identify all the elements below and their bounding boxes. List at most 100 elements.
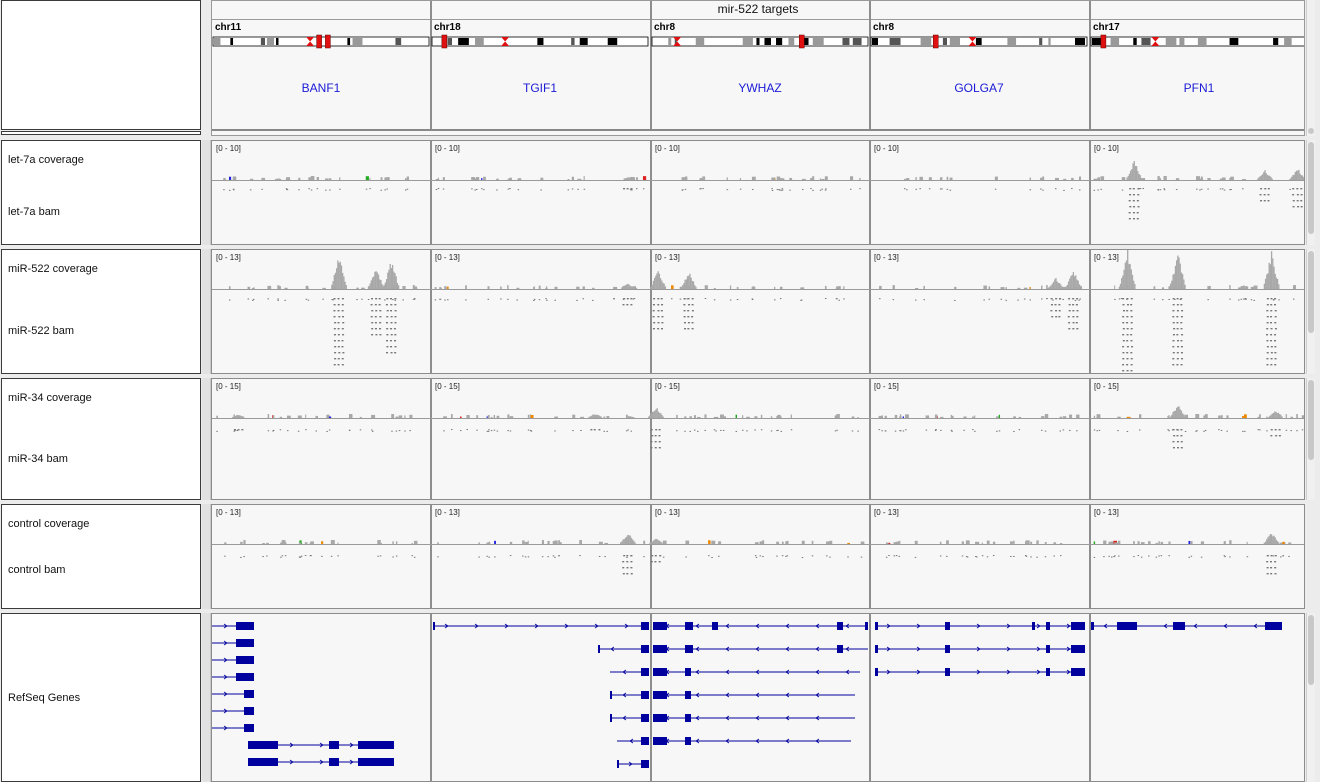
coverage-bar bbox=[1243, 285, 1245, 289]
read bbox=[1098, 429, 1101, 431]
ideogram-band bbox=[1141, 38, 1151, 45]
locus-separator bbox=[430, 1, 432, 129]
coverage-and-alignments[interactable] bbox=[212, 505, 1304, 608]
coverage-bar bbox=[1219, 178, 1224, 180]
coverage-bar bbox=[1161, 287, 1165, 289]
read bbox=[1266, 328, 1269, 330]
panel-scrollbar[interactable] bbox=[1306, 613, 1315, 782]
read bbox=[925, 429, 928, 431]
coverage-bar bbox=[496, 415, 500, 418]
coverage-peak bbox=[598, 415, 600, 418]
ideogram-band bbox=[537, 38, 544, 45]
read bbox=[653, 298, 656, 300]
read bbox=[1122, 340, 1125, 342]
read bbox=[386, 352, 389, 354]
coverage-bar bbox=[1126, 416, 1131, 418]
coverage-bar bbox=[304, 542, 308, 544]
read bbox=[903, 188, 906, 190]
coverage-peak bbox=[1260, 175, 1263, 180]
read bbox=[1062, 429, 1065, 431]
coverage-peak bbox=[594, 414, 596, 418]
exon bbox=[685, 691, 691, 699]
coverage-track-name[interactable]: miR-522 coverage bbox=[8, 263, 98, 275]
track-name-panel: RefSeq Genes bbox=[1, 613, 201, 782]
read bbox=[1270, 334, 1273, 336]
panel-scrollbar[interactable] bbox=[1306, 249, 1315, 374]
read bbox=[1167, 429, 1169, 431]
read bbox=[685, 556, 687, 558]
coverage-bar bbox=[413, 540, 418, 544]
read bbox=[713, 429, 716, 431]
header-scrollbar-thumb[interactable] bbox=[1308, 128, 1314, 134]
read bbox=[652, 316, 655, 318]
data-range-label: [0 - 10] bbox=[1094, 144, 1119, 153]
panel-scrollbar[interactable] bbox=[1306, 378, 1315, 500]
bam-track-name[interactable]: control bam bbox=[8, 564, 65, 576]
read bbox=[1180, 316, 1183, 318]
coverage-peak bbox=[1276, 413, 1278, 418]
read bbox=[341, 328, 344, 330]
ideogram-band bbox=[214, 38, 221, 45]
read bbox=[652, 328, 655, 330]
panel-scrollbar-thumb[interactable] bbox=[1308, 142, 1314, 234]
coverage-bar bbox=[592, 287, 595, 289]
read bbox=[379, 555, 382, 557]
coverage-track-name[interactable]: miR-34 coverage bbox=[8, 392, 92, 404]
locus-separator bbox=[1089, 1, 1091, 129]
bam-track-name[interactable]: miR-34 bam bbox=[8, 453, 68, 465]
read bbox=[371, 328, 374, 330]
coverage-peak bbox=[685, 279, 687, 289]
read bbox=[1257, 429, 1260, 431]
read bbox=[1136, 212, 1139, 214]
coverage-peak bbox=[1066, 284, 1069, 289]
read bbox=[386, 298, 389, 300]
coverage-peak bbox=[1277, 412, 1279, 418]
bam-track-name[interactable]: let-7a bam bbox=[8, 206, 60, 218]
coverage-and-alignments[interactable] bbox=[212, 379, 1304, 499]
coverage-track-name[interactable]: let-7a coverage bbox=[8, 154, 84, 166]
panel-scrollbar[interactable] bbox=[1306, 140, 1315, 245]
coverage-and-alignments[interactable] bbox=[212, 250, 1304, 373]
read bbox=[1266, 358, 1269, 360]
read bbox=[983, 299, 985, 301]
coverage-bar bbox=[992, 541, 996, 544]
coverage-bar bbox=[583, 176, 585, 180]
read bbox=[928, 188, 931, 190]
coverage-and-alignments[interactable] bbox=[212, 141, 1304, 244]
read bbox=[1096, 430, 1099, 432]
read bbox=[444, 299, 446, 301]
ideogram-band bbox=[475, 38, 484, 45]
panel-scrollbar-thumb[interactable] bbox=[1308, 380, 1314, 460]
read bbox=[951, 430, 953, 432]
read bbox=[1207, 188, 1209, 190]
coverage-bar bbox=[685, 540, 690, 544]
coverage-bar bbox=[1250, 286, 1255, 289]
read bbox=[333, 316, 336, 318]
header-scrollbar[interactable] bbox=[1306, 0, 1315, 136]
refseq-track-name[interactable]: RefSeq Genes bbox=[8, 692, 80, 704]
read bbox=[1005, 299, 1007, 301]
read bbox=[558, 555, 560, 557]
read bbox=[963, 429, 965, 431]
coverage-bar bbox=[356, 287, 359, 289]
refseq-gene-models[interactable] bbox=[212, 614, 1304, 781]
read bbox=[800, 299, 803, 301]
read bbox=[1122, 358, 1125, 360]
chromosome-ideograms[interactable] bbox=[212, 1, 1304, 137]
coverage-bar bbox=[554, 416, 558, 418]
read bbox=[1259, 429, 1261, 431]
coverage-bar bbox=[413, 287, 418, 289]
bam-track-name[interactable]: miR-522 bam bbox=[8, 325, 74, 337]
read bbox=[404, 430, 406, 432]
panel-scrollbar-thumb[interactable] bbox=[1308, 251, 1314, 333]
panel-scrollbar-thumb[interactable] bbox=[1308, 615, 1314, 685]
coverage-track-name[interactable]: control coverage bbox=[8, 518, 89, 530]
read bbox=[742, 429, 744, 431]
coverage-peak bbox=[651, 284, 653, 289]
read bbox=[754, 555, 757, 557]
read bbox=[754, 429, 756, 431]
coverage-bar bbox=[774, 286, 776, 289]
read bbox=[371, 298, 374, 300]
read bbox=[342, 334, 345, 336]
read bbox=[374, 328, 377, 330]
